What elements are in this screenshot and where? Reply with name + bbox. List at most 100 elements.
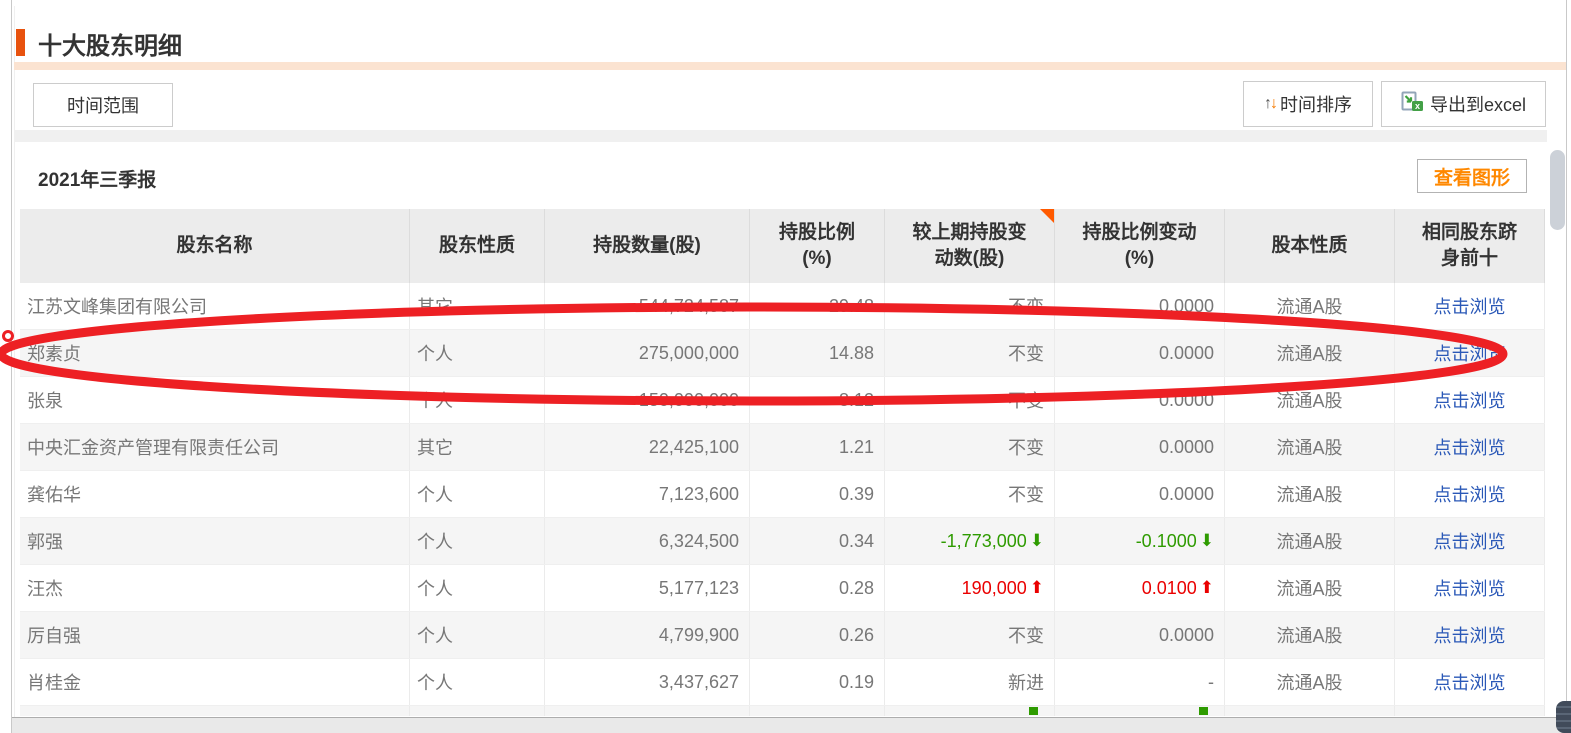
shareholder-nature-cell: 其它 [410, 424, 545, 470]
shares-count-cell: 150,000,000 [545, 377, 750, 423]
shareholder-name-cell: 江苏文峰集团有限公司 [20, 283, 410, 329]
shareholder-nature-cell: 个人 [410, 565, 545, 611]
down-arrow-icon [1199, 707, 1208, 715]
ratio-change-cell: 0.0000 [1055, 330, 1225, 376]
ratio-change-cell: 0.0000 [1055, 612, 1225, 658]
ratio-change-cell: 0.0000 [1055, 377, 1225, 423]
ratio-change-cell: 0.0000 [1055, 471, 1225, 517]
capital-type-cell: 流通A股 [1225, 518, 1395, 564]
shareholder-name-cell: 郭强 [20, 518, 410, 564]
browse-link[interactable]: 点击浏览 [1395, 330, 1545, 376]
down-arrow-icon: ⬇ [1030, 531, 1044, 551]
sort-arrows-icon: ↑↓ [1264, 95, 1276, 113]
shareholder-nature-cell: 个人 [410, 518, 545, 564]
panel-border [14, 6, 15, 733]
ratio-change-cell: 0.0000 [1055, 424, 1225, 470]
page-title: 十大股东明细 [38, 26, 182, 61]
left-panel-divider [11, 0, 12, 733]
shares-ratio-cell: 0.26 [750, 612, 885, 658]
shareholder-name-cell: 厉自强 [20, 612, 410, 658]
capital-type-cell: 流通A股 [1225, 377, 1395, 423]
shares-count-cell: 6,324,500 [545, 518, 750, 564]
time-sort-label: 时间排序 [1280, 91, 1352, 117]
time-sort-button[interactable]: ↑↓ 时间排序 [1243, 81, 1373, 127]
capital-type-cell: 流通A股 [1225, 424, 1395, 470]
browse-link[interactable]: 点击浏览 [1395, 518, 1545, 564]
shares-change-cell: 新进 [885, 659, 1055, 705]
column-header-shareholder-name: 股东名称 [20, 209, 410, 283]
view-chart-label: 查看图形 [1434, 163, 1510, 190]
view-chart-button[interactable]: 查看图形 [1417, 159, 1527, 193]
right-panel-divider [1566, 0, 1567, 733]
shares-change-cell: 不变 [885, 377, 1055, 423]
ratio-change-cell: - [1055, 659, 1225, 705]
table-row: 中央汇金资产管理有限责任公司其它22,425,1001.21不变0.0000流通… [20, 424, 1545, 471]
browse-link[interactable]: 点击浏览 [1395, 659, 1545, 705]
ratio-change-cell: 0.0100⬆ [1055, 565, 1225, 611]
shareholder-name-cell: 郑素贞 [20, 330, 410, 376]
shareholder-name-cell: 汪杰 [20, 565, 410, 611]
ratio-change-cell: -0.1000⬇ [1055, 518, 1225, 564]
shareholder-nature-cell: 个人 [410, 377, 545, 423]
shares-ratio-cell: 29.48 [750, 283, 885, 329]
shareholder-name-cell: 中央汇金资产管理有限责任公司 [20, 424, 410, 470]
shares-ratio-cell [750, 706, 885, 716]
svg-text:x: x [1415, 101, 1420, 111]
browse-link[interactable]: 点击浏览 [1395, 471, 1545, 517]
shareholder-name-cell: 龚佑华 [20, 471, 410, 517]
shares-change-cell: 不变 [885, 283, 1055, 329]
browse-link[interactable]: 点击浏览 [1395, 424, 1545, 470]
shareholder-nature-cell: 个人 [410, 612, 545, 658]
title-accent-bar [16, 29, 25, 56]
shares-count-cell: 3,437,627 [545, 659, 750, 705]
capital-type-cell: 流通A股 [1225, 330, 1395, 376]
shareholder-name-cell [20, 706, 410, 716]
time-range-button[interactable]: 时间范围 [33, 83, 173, 127]
shares-ratio-cell: 0.28 [750, 565, 885, 611]
shares-change-cell [885, 706, 1055, 716]
shares-count-cell: 544,724,587 [545, 283, 750, 329]
shareholders-table: 股东名称 股东性质 持股数量(股) 持股比例 (%) 较上期持股变 动数(股) … [20, 209, 1545, 716]
shares-count-cell [545, 706, 750, 716]
table-header-row: 股东名称 股东性质 持股数量(股) 持股比例 (%) 较上期持股变 动数(股) … [20, 209, 1545, 283]
column-header-shares-count: 持股数量(股) [545, 209, 750, 283]
vertical-scrollbar-thumb[interactable] [1550, 150, 1565, 230]
shares-change-cell: 190,000⬆ [885, 565, 1055, 611]
shares-ratio-cell: 0.34 [750, 518, 885, 564]
browse-link[interactable]: 点击浏览 [1395, 612, 1545, 658]
table-body: 江苏文峰集团有限公司其它544,724,58729.48不变0.0000流通A股… [20, 283, 1545, 706]
export-excel-button[interactable]: x 导出到excel [1381, 81, 1546, 127]
up-arrow-icon: ⬆ [1030, 578, 1044, 598]
shares-change-cell: 不变 [885, 612, 1055, 658]
capital-type-cell: 流通A股 [1225, 471, 1395, 517]
column-header-shares-ratio: 持股比例 (%) [750, 209, 885, 283]
export-excel-label: 导出到excel [1430, 91, 1526, 117]
browse-link[interactable]: 点击浏览 [1395, 377, 1545, 423]
table-row: 龚佑华个人7,123,6000.39不变0.0000流通A股点击浏览 [20, 471, 1545, 518]
capital-type-cell: 流通A股 [1225, 283, 1395, 329]
down-arrow-icon [1029, 707, 1038, 715]
excel-icon: x [1401, 91, 1425, 118]
shares-change-cell: 不变 [885, 424, 1055, 470]
ratio-change-cell: 0.0000 [1055, 283, 1225, 329]
column-header-ratio-change: 持股比例变动 (%) [1055, 209, 1225, 283]
shares-count-cell: 7,123,600 [545, 471, 750, 517]
floating-widget[interactable] [1556, 701, 1571, 733]
shareholder-name-cell: 肖桂金 [20, 659, 410, 705]
shareholder-nature-cell: 个人 [410, 659, 545, 705]
shareholder-nature-cell: 其它 [410, 283, 545, 329]
report-period-label: 2021年三季报 [38, 165, 156, 192]
shareholder-nature-cell: 个人 [410, 471, 545, 517]
table-row: 郑素贞个人275,000,00014.88不变0.0000流通A股点击浏览 [20, 330, 1545, 377]
time-range-label: 时间范围 [67, 92, 139, 118]
capital-type-cell: 流通A股 [1225, 659, 1395, 705]
table-row: 江苏文峰集团有限公司其它544,724,58729.48不变0.0000流通A股… [20, 283, 1545, 330]
browse-link[interactable]: 点击浏览 [1395, 283, 1545, 329]
browse-link[interactable]: 点击浏览 [1395, 565, 1545, 611]
table-row: 汪杰个人5,177,1230.28190,000⬆0.0100⬆流通A股点击浏览 [20, 565, 1545, 612]
shares-ratio-cell: 1.21 [750, 424, 885, 470]
shareholder-name-cell: 张泉 [20, 377, 410, 423]
capital-type-cell [1225, 706, 1395, 716]
column-header-same-shareholder: 相同股东跻 身前十 [1395, 209, 1545, 283]
section-divider-band [14, 130, 1547, 142]
